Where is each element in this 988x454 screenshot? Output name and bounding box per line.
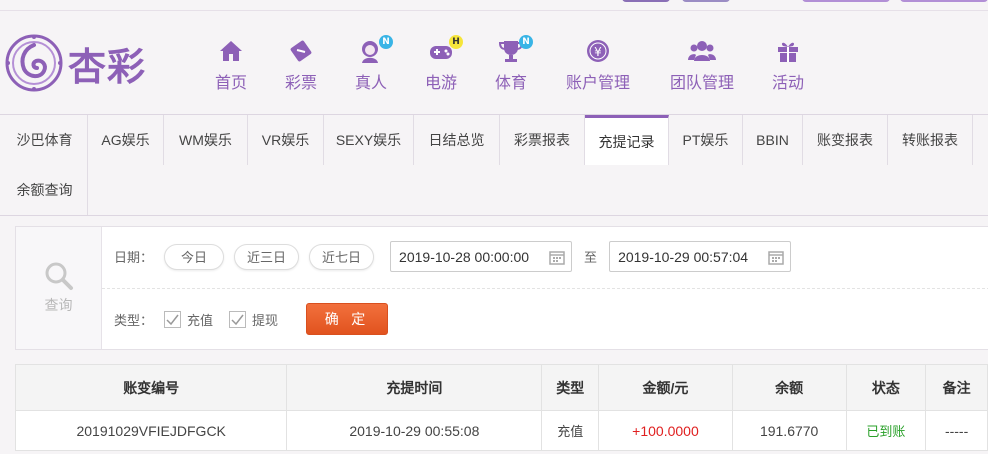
nav-account[interactable]: ¥ 账户管理: [553, 37, 643, 93]
tab-transfer-report[interactable]: 转账报表: [888, 115, 973, 165]
home-icon: [220, 41, 242, 61]
lottery-ticket-icon: [290, 40, 312, 62]
col-type: 类型: [541, 364, 600, 411]
nav-label: 团队管理: [669, 75, 734, 92]
check-icon: [231, 314, 244, 325]
records-table: 账变编号 充提时间 类型 金额/元 余额 状态 备注 20191029VFIEJ…: [14, 364, 988, 451]
confirm-button[interactable]: 确 定: [306, 303, 389, 335]
nav-label: 首页: [214, 75, 247, 92]
main-nav: 首页 彩票 N 真人 H 电游 N 体育 ¥ 账户管理 团队管理 活动: [0, 35, 988, 97]
col-balance: 余额: [731, 364, 847, 411]
col-amount: 金额/元: [598, 364, 733, 411]
team-icon: [688, 41, 716, 61]
yen-coin-icon: ¥: [587, 40, 609, 62]
top-strip: [0, 0, 988, 11]
divider: [102, 288, 988, 289]
type-row: 类型： 充值 提现 确 定: [114, 303, 389, 335]
col-transaction-id: 账变编号: [14, 364, 288, 411]
search-icon: [45, 262, 73, 290]
query-side: 查询: [16, 227, 102, 349]
tab-wm[interactable]: WM娱乐: [164, 115, 248, 165]
deposit-label: 充值: [187, 313, 214, 329]
tab-ag[interactable]: AG娱乐: [88, 115, 164, 165]
nav-label: 电游: [424, 75, 457, 92]
type-label: 类型：: [114, 313, 154, 329]
tab-bbin[interactable]: BBIN: [743, 115, 803, 165]
table-row: 20191029VFIEJDFGCK 2019-10-29 00:55:08 充…: [14, 410, 988, 451]
hot-badge: H: [449, 35, 463, 49]
nav-team[interactable]: 团队管理: [657, 37, 747, 93]
query-label: 查询: [44, 298, 73, 314]
calendar-icon[interactable]: [768, 249, 784, 265]
tab-sexy[interactable]: SEXY娱乐: [324, 115, 414, 165]
top-link[interactable]: [900, 0, 988, 2]
nav-label: 活动: [771, 75, 804, 92]
check-icon: [166, 314, 179, 325]
tab-balance-query[interactable]: 余额查询: [2, 165, 88, 215]
tab-saba-sports[interactable]: 沙巴体育: [2, 115, 88, 165]
top-link[interactable]: [622, 0, 670, 2]
withdraw-checkbox[interactable]: 提现: [229, 310, 278, 329]
start-date-value: 2019-10-28 00:00:00: [399, 248, 530, 265]
nav-sports[interactable]: N 体育: [466, 35, 556, 93]
tab-pt[interactable]: PT娱乐: [669, 115, 743, 165]
svg-text:¥: ¥: [594, 45, 602, 59]
nav-label: 真人: [354, 75, 387, 92]
col-status: 状态: [845, 364, 927, 411]
cell-type: 充值: [541, 410, 600, 451]
nav-label: 账户管理: [565, 75, 630, 92]
tab-deposit-withdraw[interactable]: 充提记录: [585, 115, 669, 165]
deposit-checkbox[interactable]: 充值: [164, 310, 213, 329]
cell-balance: 191.6770: [731, 410, 847, 451]
report-tabs: 沙巴体育 AG娱乐 WM娱乐 VR娱乐 SEXY娱乐 日结总览 彩票报表 充提记…: [0, 115, 988, 216]
end-date-value: 2019-10-29 00:57:04: [618, 248, 749, 265]
cell-status: 已到账: [845, 410, 927, 451]
cell-transaction-id: 20191029VFIEJDFGCK: [14, 410, 288, 451]
last-7-days-button[interactable]: 近七日: [309, 243, 375, 270]
today-button[interactable]: 今日: [164, 243, 225, 270]
tab-transaction-report[interactable]: 账变报表: [803, 115, 888, 165]
nav-promotions[interactable]: 活动: [743, 37, 833, 93]
tab-vr[interactable]: VR娱乐: [248, 115, 324, 165]
end-date-input[interactable]: 2019-10-29 00:57:04: [609, 241, 792, 272]
cell-time: 2019-10-29 00:55:08: [286, 410, 543, 451]
withdraw-label: 提现: [252, 313, 279, 329]
cell-remarks: -----: [925, 410, 988, 451]
top-link[interactable]: [682, 0, 730, 2]
gift-icon: [778, 42, 798, 62]
nav-label: 体育: [494, 75, 527, 92]
new-badge: N: [379, 35, 393, 49]
header: 杏彩 首页 彩票 N 真人 H 电游 N 体育 ¥ 账户管理 团队管理 活动: [0, 11, 988, 115]
checkbox-box[interactable]: [164, 310, 181, 328]
tab-daily-summary[interactable]: 日结总览: [414, 115, 500, 165]
date-row: 日期： 今日 近三日 近七日 2019-10-28 00:00:00 至 201…: [114, 241, 792, 272]
col-time: 充提时间: [286, 364, 543, 411]
to-label: 至: [584, 251, 598, 266]
checkbox-box[interactable]: [229, 310, 247, 328]
col-remarks: 备注: [925, 364, 988, 411]
nav-label: 彩票: [284, 75, 317, 92]
start-date-input[interactable]: 2019-10-28 00:00:00: [390, 241, 573, 272]
calendar-icon[interactable]: [549, 249, 565, 265]
date-label: 日期：: [114, 251, 154, 266]
cell-amount: +100.0000: [598, 410, 733, 451]
top-link[interactable]: [802, 0, 890, 2]
last-3-days-button[interactable]: 近三日: [234, 243, 300, 270]
tab-lottery-report[interactable]: 彩票报表: [500, 115, 585, 165]
new-badge: N: [519, 35, 533, 49]
table-header-row: 账变编号 充提时间 类型 金额/元 余额 状态 备注: [14, 364, 988, 411]
query-panel: 查询 日期： 今日 近三日 近七日 2019-10-28 00:00:00 至 …: [15, 226, 988, 350]
